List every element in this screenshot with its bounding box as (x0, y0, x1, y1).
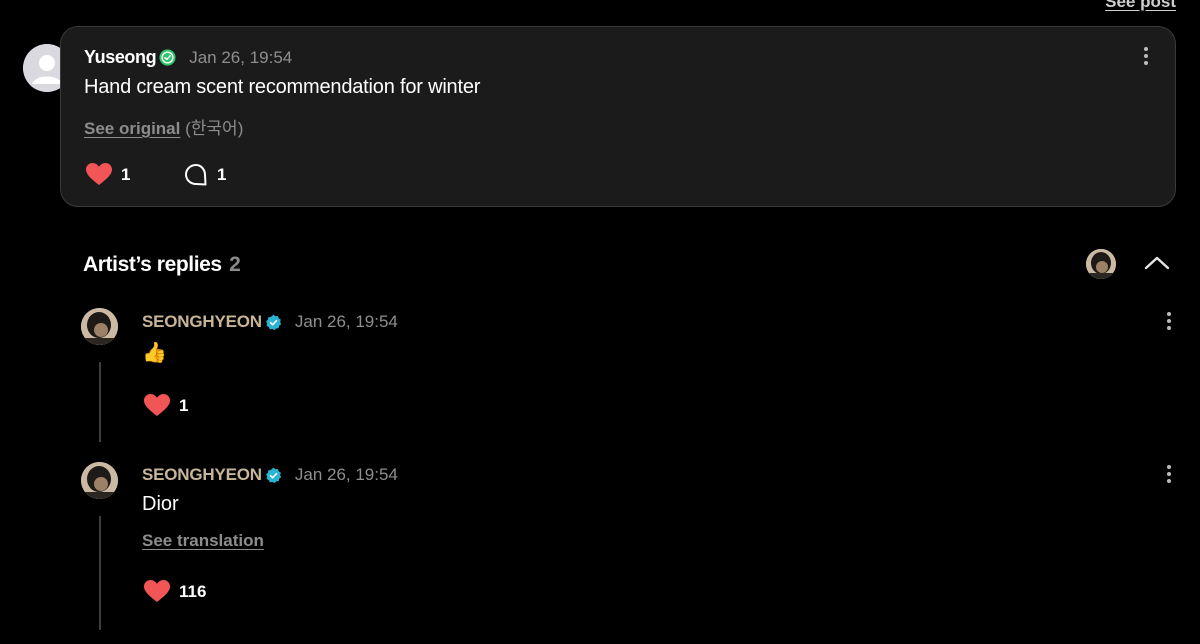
verified-badge-icon (159, 49, 176, 66)
reply-avatar[interactable] (81, 308, 118, 345)
reply-timestamp: Jan 26, 19:54 (294, 312, 398, 331)
artist-avatar-mini[interactable] (1086, 249, 1116, 279)
heart-icon (144, 394, 170, 416)
verified-badge-icon (265, 314, 282, 330)
chevron-up-icon[interactable] (1143, 254, 1171, 272)
reply-like-button[interactable]: 116 (144, 580, 206, 603)
reply-header: SEONGHYEON Jan 26, 19:54 (142, 312, 398, 332)
comment-icon (185, 164, 207, 186)
reply-text: 👍 (142, 342, 167, 364)
artist-avatar-image (81, 308, 118, 345)
reply-timestamp: Jan 26, 19:54 (294, 465, 398, 484)
see-post-link[interactable]: See post (1105, 0, 1176, 12)
heart-icon (86, 163, 112, 185)
artist-avatar-image (81, 462, 118, 499)
reply-avatar[interactable] (81, 462, 118, 499)
post-more-icon[interactable] (1143, 47, 1149, 67)
post-comment-count: 1 (217, 165, 227, 184)
post-like-count: 1 (121, 164, 131, 184)
see-translation-link[interactable]: See translation (142, 531, 264, 551)
artist-replies-label: Artist’s replies (83, 253, 222, 276)
reply-text: Dior (142, 493, 179, 515)
see-original-row: See original (한국어) (84, 114, 243, 139)
reply-header: SEONGHYEON Jan 26, 19:54 (142, 465, 398, 485)
see-original-link[interactable]: See original (84, 119, 180, 138)
reply-like-count: 116 (179, 581, 207, 601)
post-card: Yuseong Jan 26, 19:54 Hand cream scent r… (60, 26, 1176, 207)
thread-line (99, 362, 101, 442)
artist-replies-title: Artist’s replies 2 (83, 253, 241, 277)
post-text: Hand cream scent recommendation for wint… (84, 76, 481, 98)
artist-replies-count: 2 (229, 253, 241, 276)
post-timestamp: Jan 26, 19:54 (189, 47, 293, 67)
post-username[interactable]: Yuseong (84, 47, 157, 68)
post-header: Yuseong Jan 26, 19:54 (84, 47, 292, 68)
artist-avatar-image (1086, 249, 1116, 279)
reply-more-icon[interactable] (1166, 465, 1172, 485)
post-comment-button[interactable]: 1 (184, 163, 226, 187)
heart-icon (144, 580, 170, 602)
post-like-button[interactable]: 1 (86, 163, 130, 186)
reply-more-icon[interactable] (1166, 312, 1172, 332)
verified-badge-icon (265, 467, 282, 483)
reply-artist-name[interactable]: SEONGHYEON (142, 465, 262, 485)
reply-artist-name[interactable]: SEONGHYEON (142, 312, 262, 332)
reply-like-count: 1 (179, 395, 189, 415)
thread-line (99, 516, 101, 630)
reply-like-button[interactable]: 1 (144, 394, 188, 417)
original-language: (한국어) (185, 119, 244, 138)
